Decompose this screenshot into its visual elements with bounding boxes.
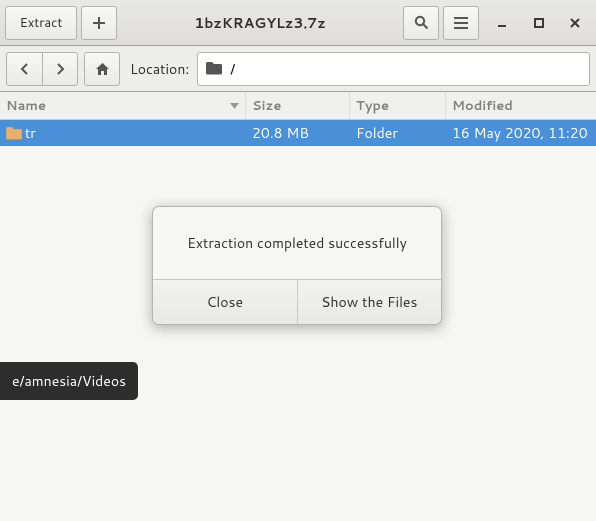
folder-icon: [6, 127, 22, 140]
dialog-message: Extraction completed successfully: [153, 207, 441, 279]
row-modified: 16 May 2020, 11:20: [446, 123, 596, 143]
minimize-icon: [498, 18, 508, 28]
row-size: 20.8 MB: [246, 123, 350, 143]
toolbar: Location:: [0, 46, 596, 92]
col-type-label: Type: [356, 97, 389, 115]
location-box[interactable]: [197, 52, 590, 86]
hamburger-icon: [454, 17, 468, 29]
chevron-right-icon: [55, 63, 65, 75]
row-type: Folder: [350, 123, 446, 143]
row-name: tr: [25, 123, 36, 143]
add-button[interactable]: [81, 6, 117, 40]
location-label: Location:: [130, 59, 189, 79]
search-button[interactable]: [403, 6, 439, 40]
path-tooltip: e/amnesia/Videos: [0, 362, 138, 400]
col-modified[interactable]: Modified: [446, 92, 596, 119]
home-icon: [95, 62, 110, 76]
back-button[interactable]: [6, 52, 42, 86]
col-size[interactable]: Size: [246, 92, 350, 119]
close-dialog-button[interactable]: Close: [153, 280, 298, 324]
chevron-left-icon: [20, 63, 30, 75]
maximize-icon: [534, 18, 544, 28]
extract-button[interactable]: Extract: [5, 6, 77, 40]
col-size-label: Size: [252, 97, 281, 115]
file-list: tr 20.8 MB Folder 16 May 2020, 11:20: [0, 120, 596, 146]
maximize-button[interactable]: [523, 9, 555, 37]
location-input[interactable]: [230, 59, 581, 79]
col-type[interactable]: Type: [350, 92, 446, 119]
col-name-label: Name: [6, 97, 46, 115]
home-button[interactable]: [84, 52, 120, 86]
plus-icon: [92, 16, 106, 30]
search-icon: [414, 15, 429, 30]
extraction-dialog: Extraction completed successfully Close …: [152, 206, 442, 325]
nav-group: [6, 52, 78, 86]
menu-button[interactable]: [443, 6, 479, 40]
folder-icon: [206, 62, 222, 75]
forward-button[interactable]: [42, 52, 78, 86]
table-row[interactable]: tr 20.8 MB Folder 16 May 2020, 11:20: [0, 120, 596, 146]
show-files-button[interactable]: Show the Files: [298, 280, 442, 324]
minimize-button[interactable]: [487, 9, 519, 37]
titlebar: Extract 1bzKRAGYLz3.7z: [0, 0, 596, 46]
col-modified-label: Modified: [452, 97, 513, 115]
column-headers: Name Size Type Modified: [0, 92, 596, 120]
col-name[interactable]: Name: [0, 92, 246, 119]
sort-descending-icon: [230, 103, 239, 109]
close-button[interactable]: [559, 9, 591, 37]
window-title: 1bzKRAGYLz3.7z: [121, 13, 399, 33]
close-icon: [570, 18, 580, 28]
